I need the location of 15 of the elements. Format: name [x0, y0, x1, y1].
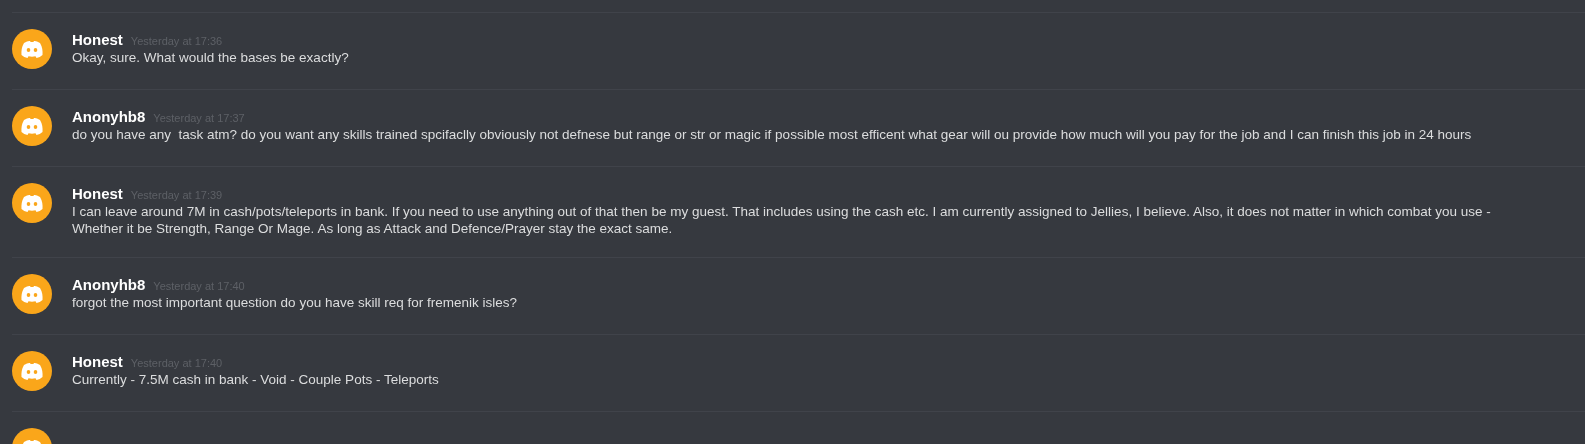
username[interactable]: Anonyhb8 [72, 276, 146, 293]
message-text: I can leave around 7M in cash/pots/teleports in bank. If you need to use anything out of that then be my guest. That includes using the cash etc. I am currently assigned to Jellies, I believe. Also, it does not matter in which combat you use - Whether it be Strength, Range Or Mage. As long as Attack and Defence/Prayer stay the exact same. [72, 203, 1492, 237]
avatar-icon[interactable] [12, 29, 52, 69]
username[interactable]: Anonyhb8 [72, 108, 146, 125]
username[interactable]: Honest [72, 185, 123, 202]
avatar-icon[interactable] [12, 274, 52, 314]
avatar-icon[interactable] [12, 183, 52, 223]
message-text: forgot the most important question do you have skill req for fremenik isles? [72, 294, 517, 311]
username[interactable]: Honest [72, 31, 123, 48]
avatar-icon[interactable] [12, 106, 52, 146]
message-text: Okay, sure. What would the bases be exactly? [72, 49, 349, 66]
message-text: Currently - 7.5M cash in bank - Void - Couple Pots - Teleports [72, 371, 439, 388]
avatar-icon[interactable] [12, 351, 52, 391]
username[interactable]: Honest [72, 353, 123, 370]
message-text: do you have any task atm? do you want any skills trained spcifaclly obviously not defnese but range or str or magic if possible most efficent what gear will ou provide how much will you pay for the job and I can finish this job in 24 hours [72, 126, 1472, 143]
